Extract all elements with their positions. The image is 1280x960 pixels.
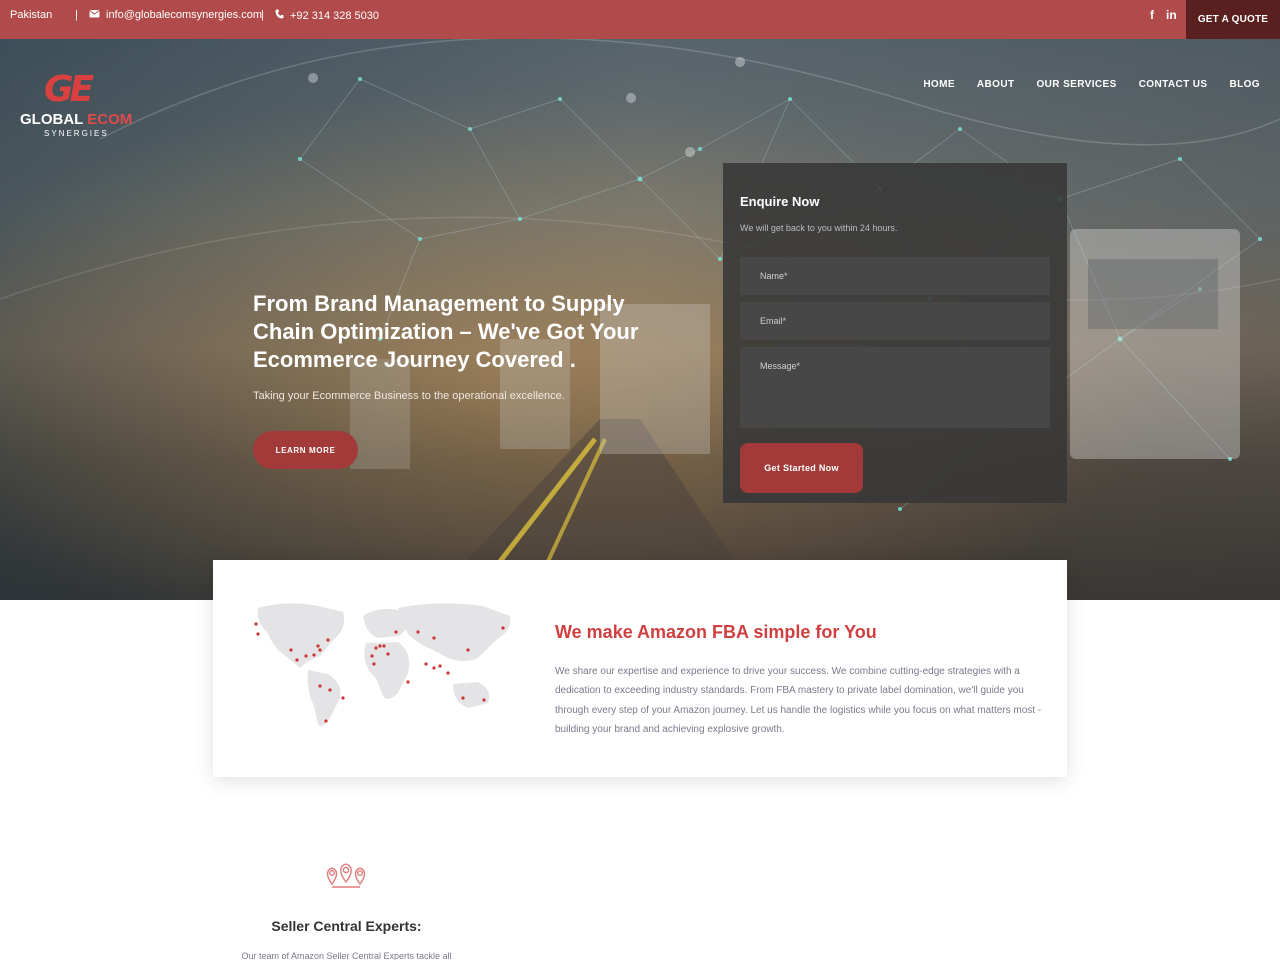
enquire-subtitle: We will get back to you within 24 hours. [740,223,898,233]
get-a-quote-button[interactable]: GET A QUOTE [1186,0,1280,39]
hero-title: From Brand Management to Supply Chain Op… [253,291,639,372]
nav-item-our-services[interactable]: OUR SERVICES [1036,79,1116,90]
phone-text: +92 314 328 5030 [290,9,380,22]
logo-brand-sub: SYNERGIES [44,129,109,138]
hero-subtitle: Taking your Ecommerce Business to the op… [253,390,565,402]
world-map-graphic [254,603,511,726]
envelope-icon [89,9,100,21]
about-title: We make Amazon FBA simple for You [555,622,877,642]
site-logo[interactable]: GE GLOBAL ECOM SYNERGIES [20,69,140,141]
email-field[interactable]: Email* [740,302,1050,340]
about-card: We make Amazon FBA simple for You We sha… [213,560,1067,777]
about-text: We share our expertise and experience to… [555,666,1042,735]
nav-item-home[interactable]: HOME [923,79,955,90]
phone-icon [275,9,284,22]
hero-section: GE GLOBAL ECOM SYNERGIES HOME ABOUT OUR … [0,39,1280,600]
feature-title: Seller Central Experts: [271,918,422,934]
nav-item-about[interactable]: ABOUT [977,79,1015,90]
email-text: info@globalecomsynergies.com [106,9,263,21]
social-links: f in [1150,8,1177,22]
nav-item-contact-us[interactable]: CONTACT US [1139,79,1208,90]
feature-text: Our team of Amazon Seller Central Expert… [241,951,452,960]
enquire-title: Enquire Now [740,194,820,209]
logo-mark: GE [44,69,94,110]
main-nav: HOME ABOUT OUR SERVICES CONTACT US BLOG [923,79,1260,90]
email-link[interactable]: info@globalecomsynergies.com [89,9,262,21]
name-field[interactable]: Name* [740,257,1050,295]
enquire-form: Enquire Now We will get back to you with… [723,163,1067,503]
phone-link[interactable]: +92 314 328 5030 [275,9,379,22]
linkedin-icon[interactable]: in [1166,8,1177,22]
message-field[interactable]: Message* [740,347,1050,428]
facebook-icon[interactable]: f [1150,8,1154,22]
separator: | [261,9,264,21]
learn-more-button[interactable]: LEARN MORE [253,431,358,469]
nav-item-blog[interactable]: BLOG [1230,79,1261,90]
logo-brand-name: GLOBAL ECOM [20,111,133,128]
separator: | [75,9,78,21]
country-label: Pakistan [10,9,53,21]
top-bar: Pakistan | info@globalecomsynergies.com … [0,0,1280,39]
location-pins-icon [323,862,369,890]
get-started-button[interactable]: Get Started Now [740,443,863,493]
